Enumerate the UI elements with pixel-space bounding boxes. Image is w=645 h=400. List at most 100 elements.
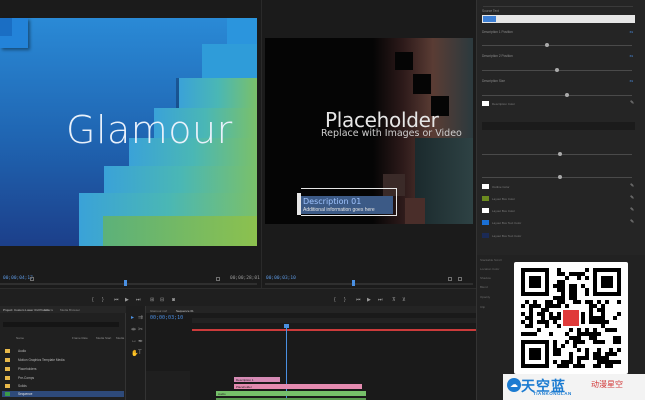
export-frame-icon[interactable]: ◙: [172, 297, 175, 303]
selection-tool-icon[interactable]: ▸: [131, 314, 134, 321]
project-search-input[interactable]: [3, 322, 119, 327]
eyedropper-icon[interactable]: ✎: [630, 207, 634, 213]
color-swatch[interactable]: [482, 233, 489, 238]
effect-item[interactable]: Stackable Scroll: [480, 258, 502, 262]
project-item[interactable]: Audio: [2, 348, 124, 354]
timeline-clip[interactable]: Placeholder: [234, 384, 362, 389]
program-playhead[interactable]: [352, 280, 355, 286]
swatch-label: Layout Box Color: [492, 209, 516, 213]
param-slider[interactable]: [482, 45, 632, 46]
param-slider-knob[interactable]: [545, 43, 549, 47]
layout-box-input[interactable]: [482, 122, 635, 130]
track-select-icon[interactable]: ⇉: [138, 314, 143, 321]
step-forward-icon[interactable]: ⏭: [136, 297, 141, 303]
mark-in-icon[interactable]: {: [92, 297, 94, 303]
color-swatch[interactable]: [482, 184, 489, 189]
track-headers: [146, 371, 190, 400]
eyedropper-icon[interactable]: ✎: [630, 183, 634, 189]
brand-watermark: ☁ 天空蓝 动漫星空 TIANKONGLAN: [503, 374, 645, 400]
eyedropper-icon[interactable]: ✎: [630, 100, 634, 106]
timeline-playhead-handle[interactable]: [284, 324, 289, 328]
insert-icon[interactable]: ⊞: [150, 297, 154, 303]
param-slider[interactable]: [482, 154, 632, 155]
ripple-edit-icon[interactable]: ⇹: [131, 326, 136, 333]
swatch-label: Description Color: [492, 102, 516, 106]
timeline-ruler[interactable]: [192, 318, 476, 323]
stair-step-6: [103, 216, 257, 246]
tab-media-browser[interactable]: Media Browser: [60, 308, 80, 312]
type-icon[interactable]: T: [138, 350, 142, 356]
tab-glamour[interactable]: Glamour.mxf: [150, 309, 167, 313]
param-value[interactable]: 69: [630, 79, 633, 83]
source-text-input[interactable]: [482, 15, 635, 23]
folder-icon: [5, 358, 10, 362]
mark-out-icon[interactable]: }: [102, 297, 104, 303]
column-media[interactable]: Media: [116, 336, 124, 340]
source-playhead[interactable]: [124, 280, 127, 286]
eyedropper-icon[interactable]: ✎: [630, 219, 634, 225]
tools-panel: ▸ ⇉ ⇹ ✂ ↔ ✒ ✋ T: [126, 306, 146, 400]
param-value[interactable]: 69: [630, 30, 633, 34]
tab-effects[interactable]: Effects: [44, 308, 53, 312]
column-media-start[interactable]: Media Start: [96, 336, 111, 340]
param-slider[interactable]: [482, 95, 632, 96]
param-slider-knob[interactable]: [558, 152, 562, 156]
project-item-label: Placeholders: [18, 367, 37, 371]
program-timecode: 00;00;03;10: [266, 276, 296, 281]
description-accent: [297, 193, 301, 215]
program-settings-icon[interactable]: [448, 277, 452, 281]
settings-icon[interactable]: [216, 277, 220, 281]
work-area-bar[interactable]: [192, 329, 476, 331]
project-title[interactable]: Project: Custom Lower 3rd Presets: [3, 308, 50, 312]
glamour-title: Glamour: [66, 108, 233, 152]
program-step-back-icon[interactable]: ⏮: [356, 297, 361, 303]
program-wrench-icon[interactable]: [458, 277, 462, 281]
timeline-timecode: 00;00;03;10: [150, 315, 184, 321]
column-name[interactable]: Name: [16, 336, 24, 340]
color-swatch[interactable]: [482, 196, 489, 201]
color-swatch[interactable]: [482, 101, 489, 106]
overwrite-icon[interactable]: ⊟: [160, 297, 164, 303]
play-icon[interactable]: ▶: [125, 297, 129, 303]
program-mark-out-icon[interactable]: }: [344, 297, 346, 303]
color-swatch[interactable]: [482, 208, 489, 213]
step-block-6: [405, 198, 425, 224]
project-item[interactable]: Motion Graphics Template Media: [2, 357, 124, 363]
razor-icon[interactable]: ✂: [138, 326, 143, 333]
eyedropper-icon[interactable]: ✎: [630, 195, 634, 201]
effect-item[interactable]: Blend: [480, 285, 488, 289]
param-label: Description Size: [482, 79, 506, 83]
param-label: Description 2 Position: [482, 54, 513, 58]
param-slider-knob[interactable]: [565, 93, 569, 97]
effect-item[interactable]: Opacity: [480, 295, 490, 299]
tab-sequence[interactable]: Sequence 01: [176, 309, 194, 313]
column-frame-rate[interactable]: Frame Rate: [72, 336, 88, 340]
project-item[interactable]: Pre-Comps: [2, 375, 124, 381]
slip-icon[interactable]: ↔: [131, 338, 137, 344]
project-item[interactable]: Placeholders: [2, 366, 124, 372]
param-slider-knob[interactable]: [555, 68, 559, 72]
lift-icon[interactable]: ⊼: [392, 297, 396, 303]
param-slider[interactable]: [482, 177, 632, 178]
pen-icon[interactable]: ✒: [138, 338, 143, 345]
param-value[interactable]: 69: [630, 54, 633, 58]
timeline-clip[interactable]: Description 1: [234, 377, 280, 382]
param-slider-knob[interactable]: [558, 175, 562, 179]
effect-item[interactable]: Clip: [480, 305, 485, 309]
source-scrub-bar[interactable]: [0, 283, 257, 285]
fit-icon[interactable]: [30, 277, 34, 281]
program-mark-in-icon[interactable]: {: [334, 297, 336, 303]
project-item[interactable]: Solids: [2, 383, 124, 389]
effect-item[interactable]: Shadow: [480, 276, 491, 280]
extract-icon[interactable]: ⊻: [402, 297, 406, 303]
program-step-forward-icon[interactable]: ⏭: [378, 297, 383, 303]
brand-logo: ☁: [507, 378, 521, 392]
project-item-selected[interactable]: Sequence: [2, 391, 124, 397]
color-swatch[interactable]: [482, 220, 489, 225]
effect-item[interactable]: Location Color: [480, 267, 499, 271]
program-scrub-bar[interactable]: [265, 283, 473, 285]
timeline-clip[interactable]: Audio: [216, 391, 366, 396]
step-back-icon[interactable]: ⏮: [114, 297, 119, 303]
clip-label: Description 1: [236, 378, 254, 382]
program-play-icon[interactable]: ▶: [367, 297, 371, 303]
